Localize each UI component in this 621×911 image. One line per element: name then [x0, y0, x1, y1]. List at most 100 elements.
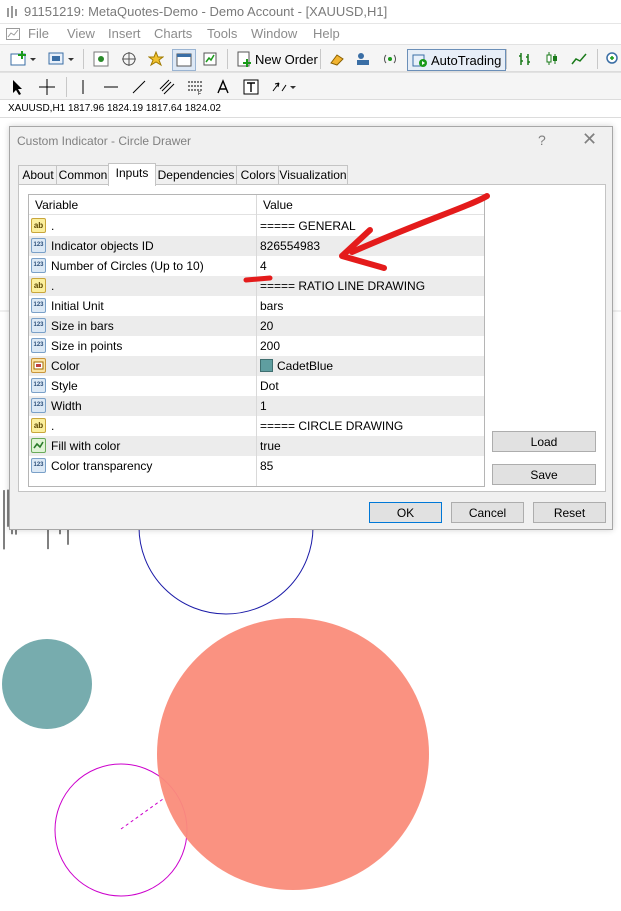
- channel-icon: [159, 79, 175, 95]
- crosshair-button[interactable]: [36, 77, 58, 97]
- menu-file[interactable]: File: [28, 26, 49, 41]
- trendline-button[interactable]: [128, 77, 150, 97]
- integer-type-icon: 123: [31, 398, 46, 413]
- parameter-variable-name: Color: [51, 359, 80, 373]
- string-type-icon: ab: [31, 218, 46, 233]
- chart-window-icon: [6, 28, 20, 40]
- metatrader-app-icon: [7, 6, 17, 18]
- inputs-parameter-grid[interactable]: Variable Value ab. ===== GENERAL 123 Indica…: [28, 194, 485, 487]
- tab-common[interactable]: Common: [56, 165, 110, 185]
- parameter-value-field[interactable]: 200: [260, 336, 482, 356]
- close-button[interactable]: ✕: [582, 129, 597, 150]
- new-order-button[interactable]: New Order: [236, 49, 318, 69]
- custom-indicator-dialog: Custom Indicator - Circle Drawer ? ✕ Abo…: [9, 126, 613, 530]
- parameter-value-field[interactable]: true: [260, 436, 482, 456]
- boolean-type-icon: [31, 438, 46, 453]
- integer-type-icon: 123: [31, 338, 46, 353]
- parameter-variable-name: Size in bars: [51, 319, 114, 333]
- strategy-tester-button[interactable]: [199, 49, 221, 69]
- bar-chart-button[interactable]: [514, 49, 536, 69]
- column-header-value[interactable]: Value: [257, 195, 484, 215]
- window-title-bar: 91151219: MetaQuotes-Demo - Demo Account…: [0, 0, 621, 24]
- parameter-value-field[interactable]: ===== RATIO LINE DRAWING: [260, 276, 482, 296]
- zoom-in-icon: [605, 52, 618, 64]
- line-chart-button[interactable]: [568, 49, 590, 69]
- profiles-button[interactable]: [46, 49, 78, 69]
- parameter-value-field[interactable]: 826554983: [260, 236, 482, 256]
- parameter-variable-name: .: [51, 279, 55, 293]
- signals-button[interactable]: [352, 49, 374, 69]
- ok-button[interactable]: OK: [369, 502, 442, 523]
- tab-colors[interactable]: Colors: [236, 165, 280, 185]
- text-label-button[interactable]: [240, 77, 262, 97]
- fibonacci-button[interactable]: F: [184, 77, 206, 97]
- menu-window[interactable]: Window: [251, 26, 297, 41]
- save-button[interactable]: Save: [492, 464, 596, 485]
- crosshair-compass-icon: [122, 52, 136, 66]
- crosshair-icon: [39, 79, 55, 95]
- parameter-variable-name: Size in points: [51, 339, 123, 353]
- tab-about[interactable]: About: [18, 165, 58, 185]
- standard-toolbar: New Order AutoTrading: [0, 44, 621, 72]
- line-chart-icon: [571, 53, 587, 65]
- menu-charts[interactable]: Charts: [154, 26, 192, 41]
- salmon-filled-circle: [157, 618, 429, 890]
- new-order-label: New Order: [255, 51, 318, 67]
- parameter-variable-name: .: [51, 219, 55, 233]
- cancel-button[interactable]: Cancel: [451, 502, 524, 523]
- parameter-value-field[interactable]: bars: [260, 296, 482, 316]
- parameter-value-field[interactable]: 20: [260, 316, 482, 336]
- metaeditor-button[interactable]: [326, 49, 348, 69]
- new-order-icon: [237, 51, 251, 67]
- menu-help[interactable]: Help: [313, 26, 340, 41]
- integer-type-icon: 123: [31, 298, 46, 313]
- parameter-value-field[interactable]: ===== GENERAL: [260, 216, 482, 236]
- string-type-icon: ab: [31, 278, 46, 293]
- candlestick-button[interactable]: [541, 49, 563, 69]
- tab-dependencies[interactable]: Dependencies: [154, 165, 238, 185]
- arrows-dropdown-button[interactable]: [268, 77, 300, 97]
- tab-visualization[interactable]: Visualization: [278, 165, 348, 185]
- tab-inputs[interactable]: Inputs: [108, 163, 156, 186]
- terminal-icon: [176, 53, 192, 67]
- parameter-variable-name: Initial Unit: [51, 299, 104, 313]
- parameter-variable-name: Number of Circles (Up to 10): [51, 259, 204, 273]
- parameter-variable-name: .: [51, 419, 55, 433]
- market-watch-button[interactable]: [90, 49, 112, 69]
- menu-tools[interactable]: Tools: [207, 26, 237, 41]
- vps-button[interactable]: [379, 49, 401, 69]
- vertical-line-button[interactable]: [74, 77, 92, 97]
- reset-button[interactable]: Reset: [533, 502, 606, 523]
- autotrading-button[interactable]: AutoTrading: [407, 49, 507, 71]
- horizontal-line-button[interactable]: [100, 77, 122, 97]
- integer-type-icon: 123: [31, 318, 46, 333]
- text-a-icon: [217, 79, 229, 94]
- load-button[interactable]: Load: [492, 431, 596, 452]
- cursor-button[interactable]: [8, 77, 28, 97]
- parameter-value-field[interactable]: Dot: [260, 376, 482, 396]
- star-folder-icon: [148, 51, 164, 67]
- zoom-in-button[interactable]: [604, 49, 621, 69]
- parameter-value-field[interactable]: 1: [260, 396, 482, 416]
- equidistant-channel-button[interactable]: [156, 77, 178, 97]
- parameter-value-field[interactable]: CadetBlue: [260, 356, 482, 376]
- column-divider: [256, 195, 257, 486]
- column-header-variable[interactable]: Variable: [29, 195, 256, 215]
- parameter-value-field[interactable]: 85: [260, 456, 482, 476]
- data-window-button[interactable]: [118, 49, 140, 69]
- parameter-variable-name: Fill with color: [51, 439, 121, 453]
- help-button[interactable]: ?: [538, 132, 546, 148]
- parameter-value-field[interactable]: 4: [260, 256, 482, 276]
- line-studies-toolbar: F: [0, 72, 621, 100]
- text-button[interactable]: [212, 77, 234, 97]
- parameter-value-field[interactable]: ===== CIRCLE DRAWING: [260, 416, 482, 436]
- cadetblue-filled-circle: [2, 639, 92, 729]
- terminal-button[interactable]: [172, 49, 196, 71]
- parameter-variable-name: Indicator objects ID: [51, 239, 154, 253]
- menu-insert[interactable]: Insert: [108, 26, 141, 41]
- menu-view[interactable]: View: [67, 26, 95, 41]
- navigator-button[interactable]: [145, 49, 167, 69]
- profiles-icon: [48, 52, 74, 65]
- autotrading-icon: [412, 54, 427, 67]
- new-chart-button[interactable]: [8, 49, 40, 69]
